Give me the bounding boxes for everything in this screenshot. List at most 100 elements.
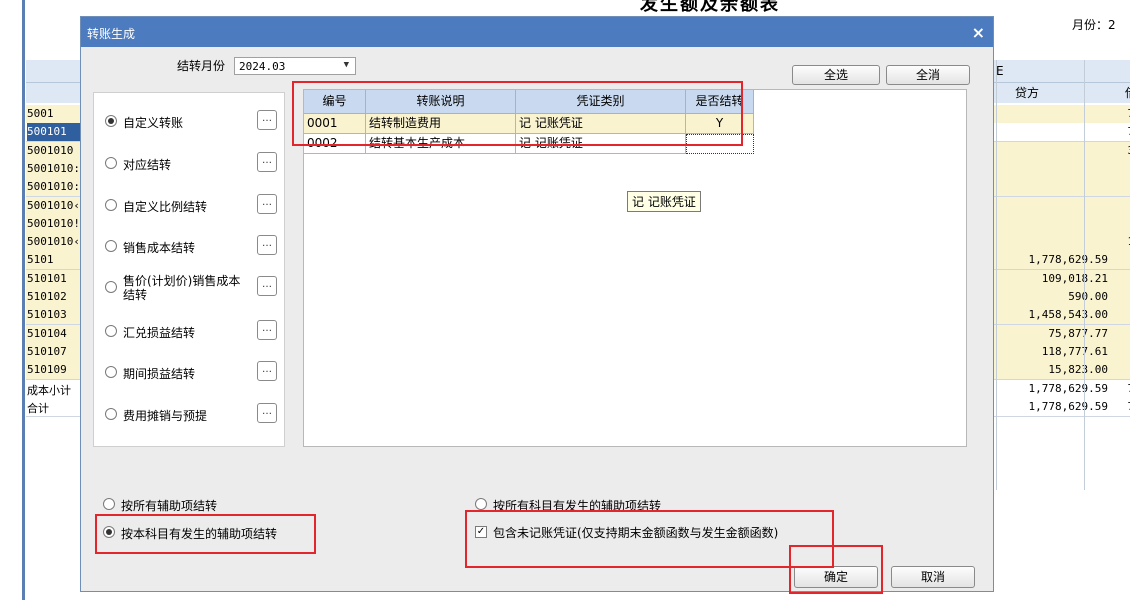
table-cell[interactable]: Y xyxy=(686,114,754,134)
report-row-code: 510101 xyxy=(27,271,67,285)
table-cell[interactable]: 0001 xyxy=(304,114,366,134)
chevron-down-icon: ▼ xyxy=(343,60,349,70)
dialog-title: 转账生成 xyxy=(87,27,136,41)
transfer-type-label: 售价(计划价)销售成本结转 xyxy=(123,274,241,302)
report-row-code: 5001010 xyxy=(27,143,74,157)
report-row-code: 510107 xyxy=(27,344,67,358)
table-cell[interactable]: 结转基本生产成本 xyxy=(366,134,516,154)
report-row-credit: 15,823.00 xyxy=(1048,363,1108,377)
table-cell[interactable]: 记 记账凭证 xyxy=(516,134,686,154)
month-label: 结转月份 xyxy=(177,59,226,73)
table-header-cell[interactable]: 编号 xyxy=(304,90,366,114)
report-row-credit: 75,877.77 xyxy=(1048,326,1108,340)
ellipsis-button[interactable]: … xyxy=(257,320,277,340)
transfer-type-radio[interactable] xyxy=(105,115,117,127)
select-all-button[interactable]: 全选 xyxy=(792,65,880,85)
transfer-type-panel xyxy=(93,92,285,447)
month-select[interactable]: 2024.03 ▼ xyxy=(234,57,356,75)
transfer-type-label: 销售成本结转 xyxy=(123,241,196,255)
report-row-code: 5001010‹ xyxy=(27,198,80,212)
report-row-code: 510102 xyxy=(27,290,67,303)
report-row-code: 5001010: xyxy=(27,180,80,194)
aux-subject-radio[interactable] xyxy=(103,526,115,538)
aux-all-subjects-radio[interactable] xyxy=(475,498,487,510)
report-row-code: 510109 xyxy=(27,363,67,377)
report-row-debit: 7,23 xyxy=(1114,400,1130,413)
table-cell[interactable]: 记 记账凭证 xyxy=(516,114,686,134)
credit-column-header: 贷方 xyxy=(1015,86,1040,100)
transfer-type-label: 自定义比例结转 xyxy=(123,200,208,214)
report-row-credit: 1,778,629.59 xyxy=(1028,399,1108,413)
transfer-type-radio[interactable] xyxy=(105,408,117,420)
report-row-debit: 62 xyxy=(1114,217,1130,230)
left-edge-strip xyxy=(0,0,25,600)
ellipsis-button[interactable]: … xyxy=(257,361,277,381)
ellipsis-button[interactable]: … xyxy=(257,403,277,423)
debit-column-header: 借 xyxy=(1125,84,1130,101)
report-row-code: 510103 xyxy=(27,308,67,322)
cancel-button[interactable]: 取消 xyxy=(891,566,975,588)
transfer-type-label: 费用摊销与预提 xyxy=(123,409,208,423)
include-unposted-checkbox[interactable]: ✓ xyxy=(475,526,487,538)
report-row-credit: 590.00 xyxy=(1068,290,1108,303)
aux-all-label: 按所有辅助项结转 xyxy=(121,499,218,513)
transfer-dialog: 转账生成 × 结转月份 2024.03 ▼ 全选 全消 编号 转账说明 凭证类别 是否… xyxy=(80,16,994,592)
ok-button[interactable]: 确定 xyxy=(794,566,878,588)
report-row-code: 成本小计 xyxy=(27,383,71,397)
report-row-credit: 1,458,543.00 xyxy=(1028,308,1108,322)
report-row-code: 5001010: xyxy=(27,161,80,175)
transfer-table: 编号 转账说明 凭证类别 是否结转 0001 结转制造费用记 记账凭证 Y 0002 结转基本… xyxy=(303,89,967,447)
report-column-divider xyxy=(1084,60,1085,490)
report-row-credit: 109,018.21 xyxy=(1041,271,1108,285)
report-row-debit: 7,23 xyxy=(1114,107,1130,120)
transfer-type-label: 对应结转 xyxy=(123,158,172,172)
report-row-code: 5101 xyxy=(27,253,54,267)
table-header-cell[interactable]: 是否结转 xyxy=(686,90,754,114)
transfer-type-radio[interactable] xyxy=(105,199,117,211)
voucher-type-tooltip: 记 记账凭证 xyxy=(627,191,701,212)
table-cell[interactable] xyxy=(686,134,754,154)
deselect-all-button[interactable]: 全消 xyxy=(886,65,970,85)
transfer-type-radio[interactable] xyxy=(105,325,117,337)
transfer-type-radio[interactable] xyxy=(105,281,117,293)
transfer-type-label: 期间损益结转 xyxy=(123,367,196,381)
report-row-code: 5001010! xyxy=(27,216,80,230)
aux-subject-label: 按本科目有发生的辅助项结转 xyxy=(121,527,278,541)
ellipsis-button[interactable]: … xyxy=(257,110,277,130)
report-row-code: 合计 xyxy=(27,401,49,415)
table-header-cell[interactable]: 凭证类别 xyxy=(516,90,686,114)
report-row-debit: 7,23 xyxy=(1114,125,1130,138)
transfer-type-radio[interactable] xyxy=(105,157,117,169)
report-row-code: 5001010‹ xyxy=(27,235,80,249)
aux-all-radio[interactable] xyxy=(103,498,115,510)
transfer-type-radio[interactable] xyxy=(105,240,117,252)
report-row-debit: 7,23 xyxy=(1114,382,1130,395)
report-row-credit: 118,777.61 xyxy=(1041,344,1108,358)
include-unposted-label: 包含未记账凭证(仅支持期末金额函数与发生金额函数) xyxy=(493,526,779,540)
report-column-divider xyxy=(996,60,997,490)
report-row-credit: 1,778,629.59 xyxy=(1028,381,1108,395)
ellipsis-button[interactable]: … xyxy=(257,276,277,296)
report-column-mark: E xyxy=(996,64,1004,78)
report-row-debit: 1,77 xyxy=(1114,235,1130,248)
aux-all-subjects-label: 按所有科目有发生的辅助项结转 xyxy=(493,499,662,513)
report-row-credit: 1,778,629.59 xyxy=(1028,253,1108,267)
report-row-debit: 3,96 xyxy=(1114,144,1130,157)
ellipsis-button[interactable]: … xyxy=(257,152,277,172)
dialog-title-bar[interactable]: 转账生成 × xyxy=(81,17,993,47)
report-row-code: 510104 xyxy=(27,326,67,340)
ellipsis-button[interactable]: … xyxy=(257,235,277,255)
report-month-label: 月份：2 xyxy=(1072,18,1116,32)
report-row-code: 5001 xyxy=(27,107,54,120)
month-select-value: 2024.03 xyxy=(239,60,286,73)
transfer-type-label: 自定义转账 xyxy=(123,116,184,130)
transfer-type-label: 汇兑损益结转 xyxy=(123,326,196,340)
report-row-debit: 61 xyxy=(1114,162,1130,175)
close-icon[interactable]: × xyxy=(972,23,985,42)
table-cell[interactable]: 0002 xyxy=(304,134,366,154)
ellipsis-button[interactable]: … xyxy=(257,194,277,214)
report-row-debit: 24 xyxy=(1114,180,1130,193)
table-cell[interactable]: 结转制造费用 xyxy=(366,114,516,134)
table-header-cell[interactable]: 转账说明 xyxy=(366,90,516,114)
transfer-type-radio[interactable] xyxy=(105,366,117,378)
